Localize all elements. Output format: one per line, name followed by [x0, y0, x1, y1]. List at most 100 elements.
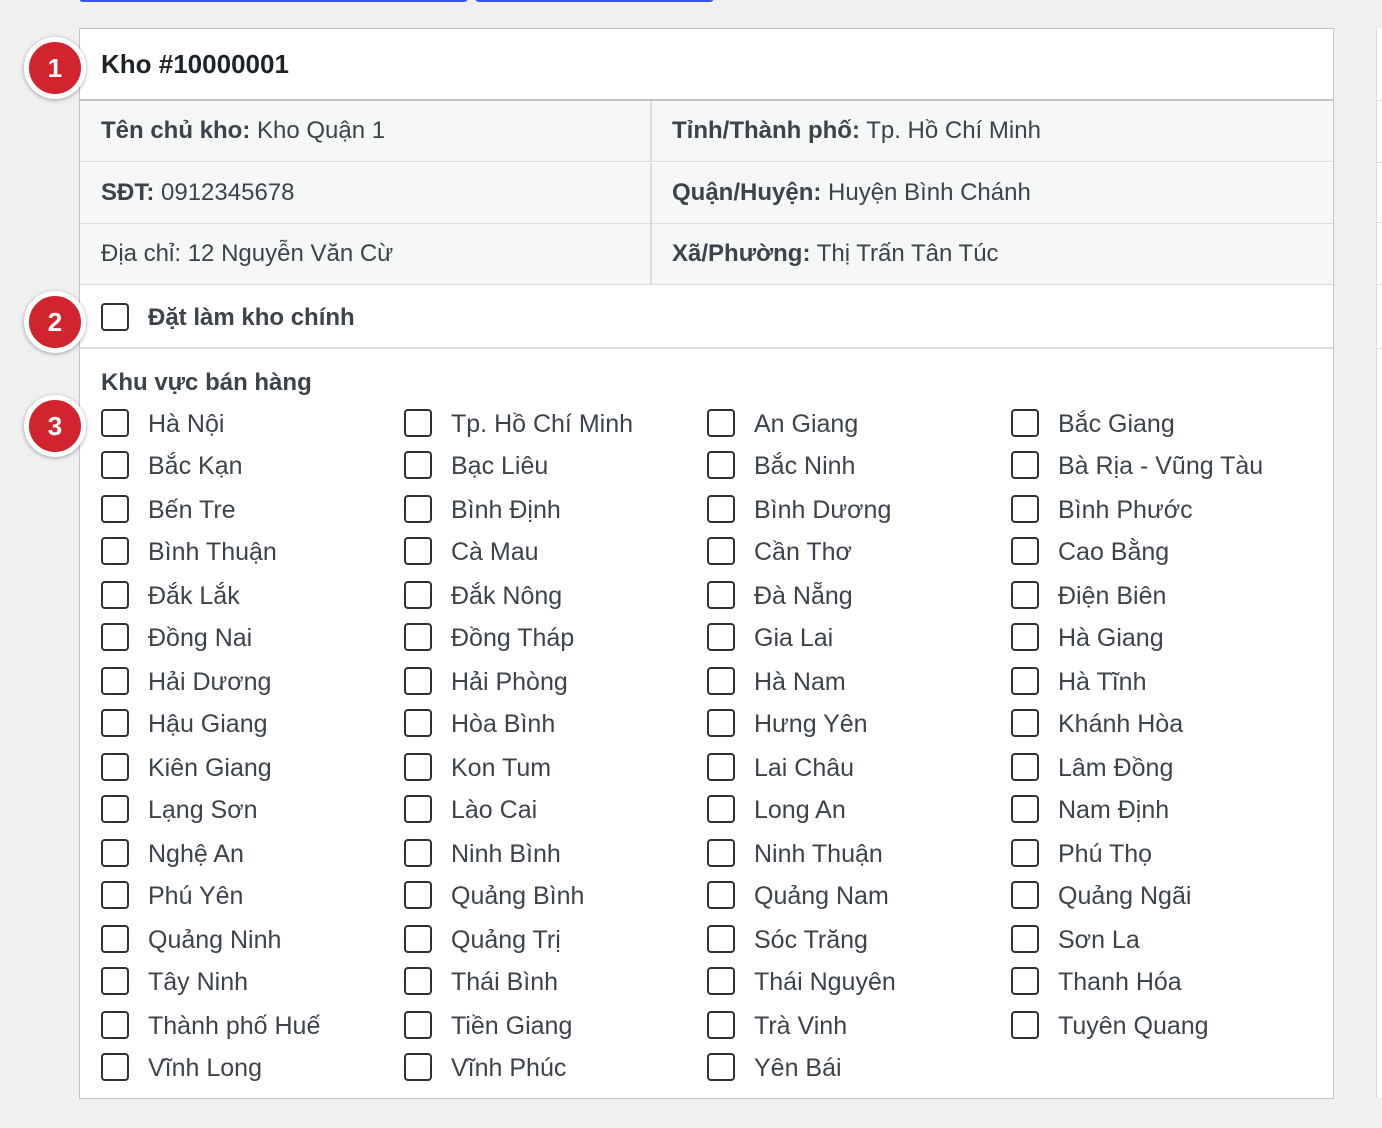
province-option[interactable]: Sơn La [1011, 923, 1311, 963]
province-checkbox[interactable] [1011, 753, 1039, 781]
province-label[interactable]: Đồng Tháp [451, 624, 574, 653]
province-option[interactable]: Quảng Trị [404, 923, 704, 963]
province-checkbox[interactable] [404, 667, 432, 695]
province-checkbox[interactable] [404, 795, 432, 823]
province-option[interactable]: Hưng Yên [707, 707, 1007, 747]
province-option[interactable]: Lào Cai [404, 793, 704, 833]
province-option[interactable]: Cao Bằng [1011, 535, 1311, 575]
province-label[interactable]: Bình Phước [1058, 496, 1193, 525]
province-label[interactable]: Sơn La [1058, 926, 1140, 955]
province-option[interactable]: Gia Lai [707, 621, 1007, 661]
province-checkbox[interactable] [707, 839, 735, 867]
province-option[interactable]: Cà Mau [404, 535, 704, 575]
province-checkbox[interactable] [404, 709, 432, 737]
province-checkbox[interactable] [404, 581, 432, 609]
province-checkbox[interactable] [707, 709, 735, 737]
province-label[interactable]: Lâm Đồng [1058, 754, 1173, 783]
top-button-1[interactable] [79, 0, 468, 2]
province-label[interactable]: Đà Nẵng [754, 582, 853, 611]
province-label[interactable]: Vĩnh Phúc [451, 1054, 566, 1083]
province-checkbox[interactable] [1011, 581, 1039, 609]
province-label[interactable]: Hà Giang [1058, 624, 1164, 653]
province-checkbox[interactable] [1011, 495, 1039, 523]
top-button-2[interactable] [475, 0, 714, 2]
province-checkbox[interactable] [707, 753, 735, 781]
province-option[interactable]: Hà Nam [707, 665, 1007, 705]
province-label[interactable]: Hậu Giang [148, 710, 268, 739]
province-option[interactable]: Nam Định [1011, 793, 1311, 833]
province-option[interactable]: Thái Nguyên [707, 965, 1007, 1005]
province-checkbox[interactable] [1011, 925, 1039, 953]
province-label[interactable]: Lai Châu [754, 754, 854, 783]
province-label[interactable]: Đắk Lắk [148, 582, 240, 611]
province-label[interactable]: Phú Thọ [1058, 840, 1152, 869]
province-label[interactable]: Quảng Bình [451, 882, 584, 911]
province-label[interactable]: Khánh Hòa [1058, 710, 1183, 739]
province-label[interactable]: Bắc Giang [1058, 410, 1175, 439]
province-label[interactable]: Long An [754, 796, 846, 825]
province-option[interactable]: Thanh Hóa [1011, 965, 1311, 1005]
province-checkbox[interactable] [404, 623, 432, 651]
province-checkbox[interactable] [404, 881, 432, 909]
province-option[interactable]: Nghệ An [101, 837, 401, 877]
province-option[interactable]: Cần Thơ [707, 535, 1007, 575]
province-checkbox[interactable] [1011, 709, 1039, 737]
province-option[interactable]: Hà Tĩnh [1011, 665, 1311, 705]
province-option[interactable]: Lai Châu [707, 751, 1007, 791]
province-checkbox[interactable] [404, 409, 432, 437]
province-label[interactable]: Đồng Nai [148, 624, 252, 653]
province-checkbox[interactable] [1011, 795, 1039, 823]
province-label[interactable]: Tây Ninh [148, 968, 248, 997]
province-option[interactable]: Bình Phước [1011, 493, 1311, 533]
province-option[interactable]: Thái Bình [404, 965, 704, 1005]
province-checkbox[interactable] [707, 667, 735, 695]
province-checkbox[interactable] [707, 881, 735, 909]
province-label[interactable]: Quảng Nam [754, 882, 889, 911]
province-option[interactable]: Vĩnh Long [101, 1051, 401, 1091]
province-option[interactable]: Đắk Nông [404, 579, 704, 619]
province-option[interactable]: An Giang [707, 407, 1007, 447]
province-option[interactable]: Hải Dương [101, 665, 401, 705]
province-checkbox[interactable] [404, 1011, 432, 1039]
province-checkbox[interactable] [707, 967, 735, 995]
province-option[interactable]: Hòa Bình [404, 707, 704, 747]
province-label[interactable]: Hưng Yên [754, 710, 868, 739]
province-option[interactable]: Yên Bái [707, 1051, 1007, 1091]
province-option[interactable]: Sóc Trăng [707, 923, 1007, 963]
province-label[interactable]: Lạng Sơn [148, 796, 258, 825]
province-checkbox[interactable] [404, 925, 432, 953]
province-label[interactable]: Yên Bái [754, 1054, 842, 1083]
province-label[interactable]: Bà Rịa - Vũng Tàu [1058, 452, 1263, 481]
main-warehouse-label[interactable]: Đặt làm kho chính [148, 304, 355, 332]
province-label[interactable]: Hà Nam [754, 668, 846, 697]
province-option[interactable]: Tây Ninh [101, 965, 401, 1005]
province-label[interactable]: Nam Định [1058, 796, 1169, 825]
province-label[interactable]: Đắk Nông [451, 582, 562, 611]
province-option[interactable]: Ninh Thuận [707, 837, 1007, 877]
province-label[interactable]: Thanh Hóa [1058, 968, 1182, 997]
province-checkbox[interactable] [1011, 667, 1039, 695]
province-checkbox[interactable] [101, 581, 129, 609]
province-label[interactable]: Bình Thuận [148, 538, 277, 567]
province-option[interactable]: Bắc Ninh [707, 449, 1007, 489]
province-option[interactable]: Long An [707, 793, 1007, 833]
province-option[interactable]: Kiên Giang [101, 751, 401, 791]
province-checkbox[interactable] [707, 623, 735, 651]
province-checkbox[interactable] [101, 1011, 129, 1039]
province-checkbox[interactable] [1011, 967, 1039, 995]
province-label[interactable]: Tuyên Quang [1058, 1012, 1209, 1041]
province-label[interactable]: Bình Định [451, 496, 561, 525]
province-label[interactable]: Ninh Bình [451, 840, 561, 869]
province-label[interactable]: Bắc Kạn [148, 452, 243, 481]
province-option[interactable]: Bạc Liêu [404, 449, 704, 489]
province-checkbox[interactable] [1011, 1011, 1039, 1039]
province-label[interactable]: Cần Thơ [754, 538, 852, 567]
province-option[interactable]: Bắc Giang [1011, 407, 1311, 447]
province-option[interactable]: Bình Dương [707, 493, 1007, 533]
province-checkbox[interactable] [1011, 537, 1039, 565]
province-checkbox[interactable] [101, 881, 129, 909]
province-label[interactable]: Trà Vinh [754, 1012, 847, 1041]
province-option[interactable]: Hải Phòng [404, 665, 704, 705]
province-option[interactable]: Lạng Sơn [101, 793, 401, 833]
province-checkbox[interactable] [707, 409, 735, 437]
